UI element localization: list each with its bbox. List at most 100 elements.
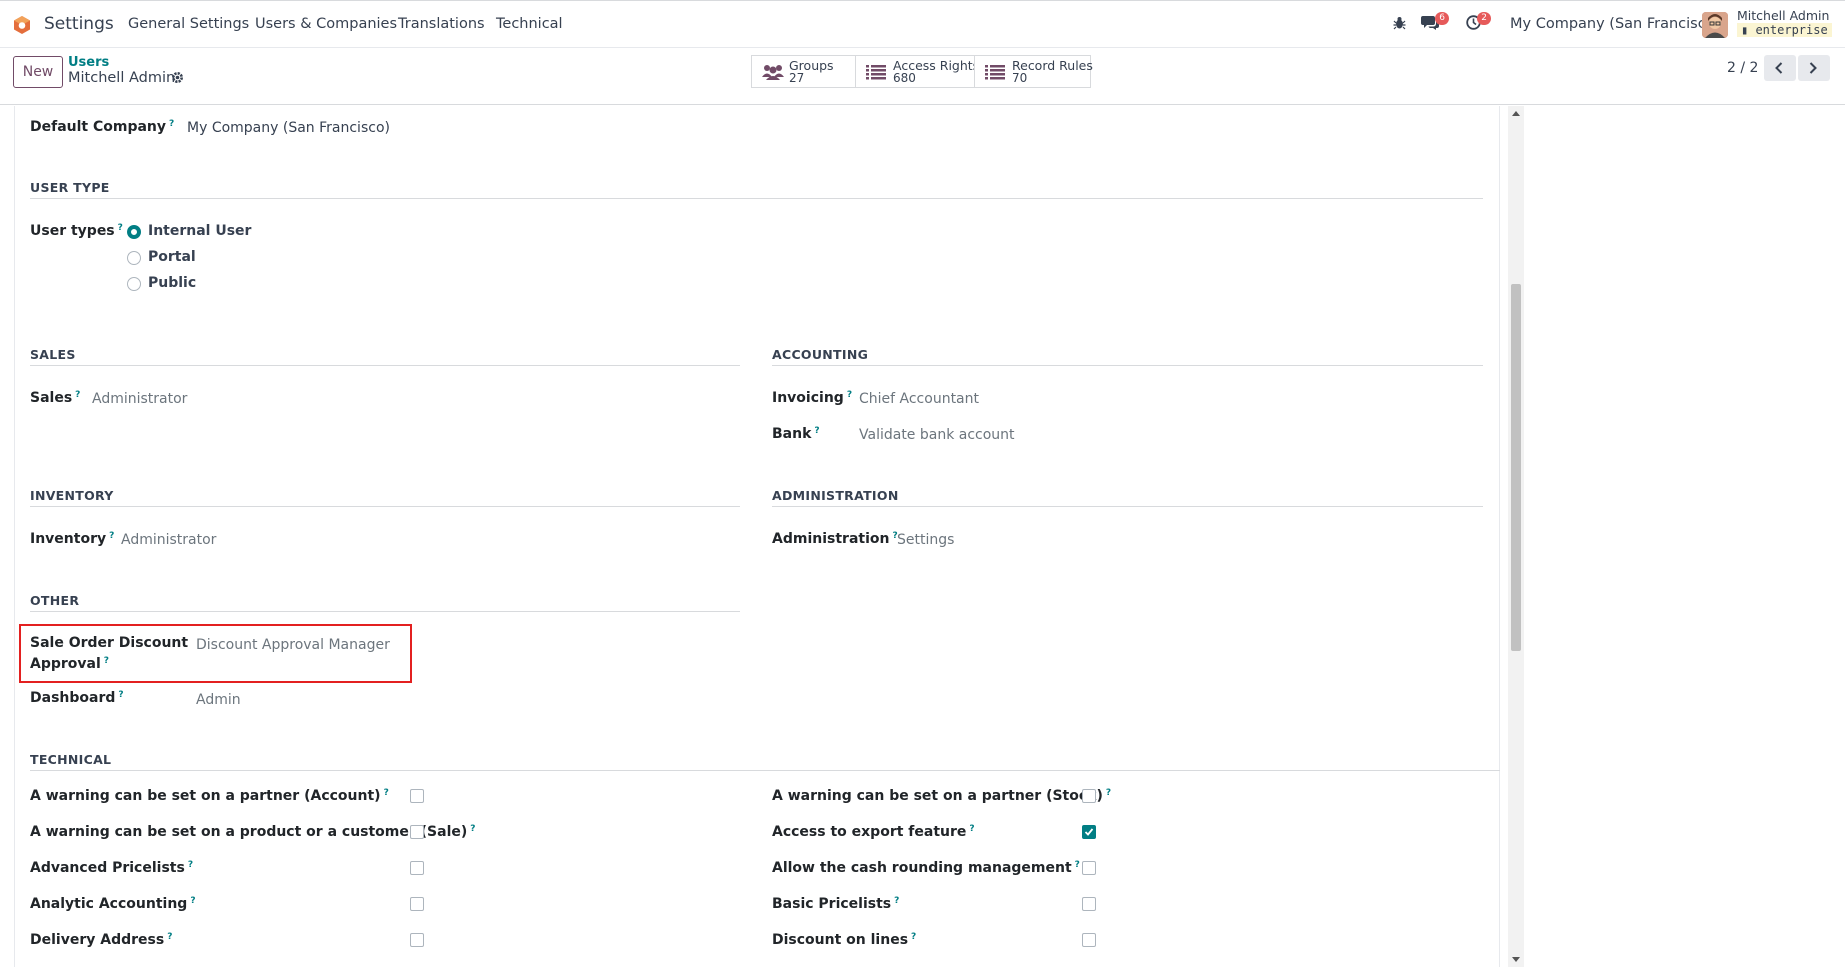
section-divider (772, 365, 1483, 366)
checkbox-basic-pricelists[interactable] (1082, 897, 1096, 911)
administration-field[interactable]: Settings (897, 532, 954, 548)
dashboard-label: Dashboard? (30, 690, 124, 706)
default-company-field[interactable]: My Company (San Francisco) (187, 120, 390, 136)
section-divider (30, 611, 740, 612)
debug-bug-icon[interactable] (1393, 16, 1406, 34)
highlight-box (19, 624, 412, 683)
scroll-down-arrow[interactable] (1512, 957, 1520, 962)
chevron-right-icon (1809, 62, 1817, 74)
sales-field[interactable]: Administrator (92, 391, 187, 407)
record-rules-count: 70 (1012, 71, 1028, 85)
messages-icon[interactable]: 6 (1421, 12, 1449, 34)
section-divider (30, 365, 740, 366)
radio-internal-user[interactable] (127, 225, 141, 239)
sale-order-discount-approval-field[interactable]: Discount Approval Manager (196, 637, 390, 653)
radio-portal-label[interactable]: Portal (148, 249, 196, 265)
checkbox-cash-rounding[interactable] (1082, 861, 1096, 875)
scrollbar-thumb[interactable] (1511, 284, 1521, 651)
tech-left-label-2: Advanced Pricelists? (30, 860, 194, 876)
checkbox-warning-partner-account[interactable] (410, 789, 424, 803)
access-rights-smart-button[interactable]: Access Rights 680 (855, 55, 979, 88)
tech-right-label-3: Basic Pricelists? (772, 896, 900, 912)
pager-previous-button[interactable] (1764, 55, 1796, 81)
activities-badge: 2 (1477, 12, 1491, 25)
record-rules-smart-button[interactable]: Record Rules 70 (974, 55, 1093, 88)
checkbox-delivery-address[interactable] (410, 933, 424, 947)
list-icon (866, 65, 886, 80)
section-user-type: USER TYPE (30, 180, 110, 195)
tech-right-label-0: A warning can be set on a partner (Stock… (772, 788, 1112, 804)
section-inventory: INVENTORY (30, 488, 114, 503)
section-technical: TECHNICAL (30, 752, 112, 767)
tech-left-label-1: A warning can be set on a product or a c… (30, 824, 476, 840)
invoicing-field[interactable]: Chief Accountant (859, 391, 979, 407)
checkbox-warning-product-customer-sale[interactable] (410, 825, 424, 839)
user-avatar[interactable] (1702, 12, 1728, 38)
checkbox-warning-partner-stock[interactable] (1082, 789, 1096, 803)
checkmark-icon (1084, 828, 1094, 836)
vertical-scrollbar[interactable] (1508, 106, 1524, 967)
invoicing-label: Invoicing? (772, 390, 853, 406)
bank-field[interactable]: Validate bank account (859, 427, 1015, 443)
tech-left-label-3: Analytic Accounting? (30, 896, 196, 912)
database-icon: ▮ (1741, 23, 1756, 37)
breadcrumb-users[interactable]: Users (68, 55, 109, 70)
user-menu-name[interactable]: Mitchell Admin (1737, 8, 1829, 23)
chevron-left-icon (1775, 62, 1783, 74)
section-divider (30, 198, 1483, 199)
new-button[interactable]: New (13, 56, 63, 88)
groups-count: 27 (789, 71, 805, 85)
checkbox-access-export[interactable] (1082, 825, 1096, 839)
users-icon (762, 65, 784, 80)
menu-translations[interactable]: Translations (398, 16, 485, 32)
sales-label: Sales? (30, 390, 81, 406)
tech-left-label-4: Delivery Address? (30, 932, 173, 948)
section-sales: SALES (30, 347, 76, 362)
tech-left-label-0: A warning can be set on a partner (Accou… (30, 788, 389, 804)
inventory-field[interactable]: Administrator (121, 532, 216, 548)
administration-label: Administration? (772, 531, 898, 547)
tech-right-label-4: Discount on lines? (772, 932, 917, 948)
database-label: enterprise (1755, 23, 1828, 37)
menu-technical[interactable]: Technical (496, 16, 563, 32)
checkbox-discount-on-lines[interactable] (1082, 933, 1096, 947)
tech-right-label-2: Allow the cash rounding management? (772, 860, 1080, 876)
app-name[interactable]: Settings (44, 14, 114, 34)
section-divider (30, 506, 740, 507)
menu-users-companies[interactable]: Users & Companies (255, 16, 397, 32)
radio-portal[interactable] (127, 251, 141, 265)
list-icon (985, 65, 1005, 80)
inventory-label: Inventory? (30, 531, 115, 547)
radio-public-label[interactable]: Public (148, 275, 196, 291)
access-rights-count: 680 (893, 71, 916, 85)
groups-smart-button[interactable]: Groups 27 (751, 55, 856, 88)
company-switcher[interactable]: My Company (San Francisco) (1510, 16, 1720, 32)
section-divider (772, 506, 1483, 507)
top-navbar: Settings General Settings Users & Compan… (0, 0, 1845, 48)
bank-label: Bank? (772, 426, 820, 442)
sale-order-discount-approval-label-line1: Sale Order Discount (30, 635, 189, 651)
checkbox-advanced-pricelists[interactable] (410, 861, 424, 875)
menu-general-settings[interactable]: General Settings (128, 16, 249, 32)
section-administration: ADMINISTRATION (772, 488, 899, 503)
default-company-label: Default Company? (30, 119, 175, 135)
radio-public[interactable] (127, 277, 141, 291)
checkbox-analytic-accounting[interactable] (410, 897, 424, 911)
pager-value[interactable]: 2 / 2 (1727, 60, 1758, 76)
user-types-label: User types? (30, 223, 123, 239)
control-panel: New Users Mitchell Admin Groups 27 Acces… (0, 49, 1845, 105)
section-divider (30, 770, 1500, 771)
messages-badge: 6 (1435, 12, 1449, 25)
section-accounting: ACCOUNTING (772, 347, 869, 362)
activities-clock-icon[interactable]: 2 (1466, 12, 1491, 34)
breadcrumb-current: Mitchell Admin (68, 70, 176, 86)
tech-right-label-1: Access to export feature? (772, 824, 975, 840)
database-name: ▮ enterprise (1737, 23, 1832, 37)
gear-icon[interactable] (171, 71, 184, 88)
radio-internal-user-label[interactable]: Internal User (148, 223, 251, 239)
dashboard-field[interactable]: Admin (196, 692, 241, 708)
section-other: OTHER (30, 593, 80, 608)
scroll-up-arrow[interactable] (1512, 111, 1520, 116)
pager-next-button[interactable] (1798, 55, 1830, 81)
app-logo-icon[interactable] (12, 15, 32, 35)
